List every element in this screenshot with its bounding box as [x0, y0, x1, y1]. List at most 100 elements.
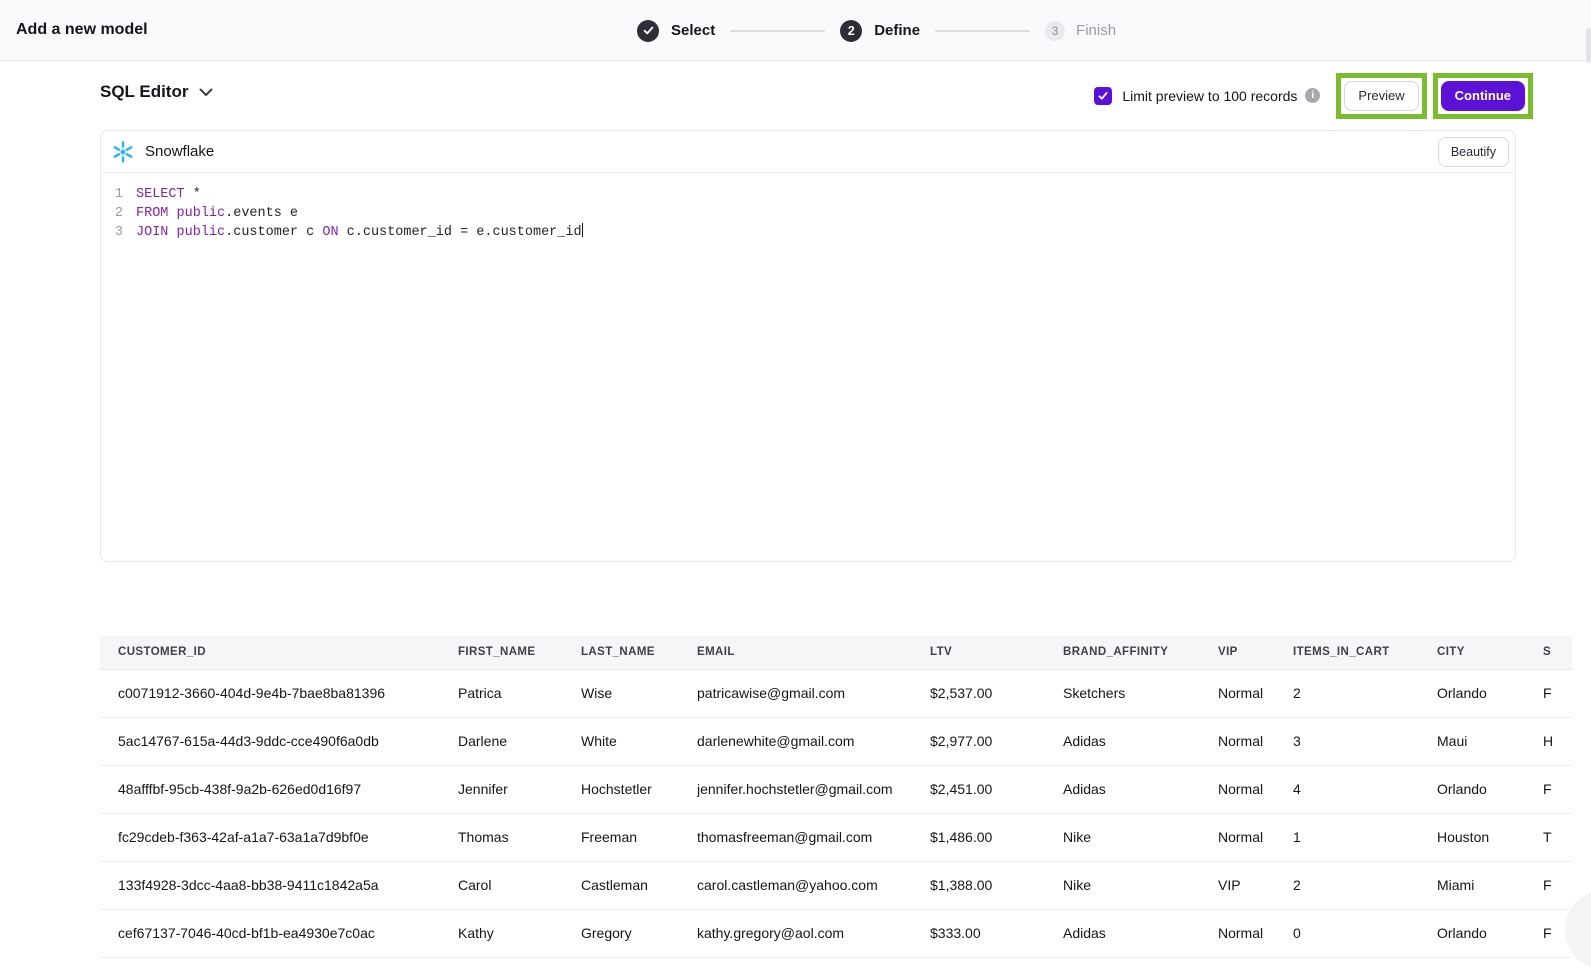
- cell-items_in_cart: 0: [1293, 909, 1437, 957]
- cell-first_name: Patrica: [458, 669, 581, 717]
- cell-ltv: $2,537.00: [930, 669, 1063, 717]
- column-header-vip: VIP: [1218, 636, 1293, 669]
- step-finish-label: Finish: [1076, 22, 1116, 39]
- code-line[interactable]: 3 JOIN public.customer c ON c.customer_id…: [101, 223, 1515, 242]
- column-header-items_in_cart: ITEMS_IN_CART: [1293, 636, 1437, 669]
- cell-brand_affinity: Adidas: [1063, 717, 1218, 765]
- sql-text: .events e: [225, 206, 298, 221]
- cell-city: Orlando: [1437, 909, 1543, 957]
- cell-city: Maui: [1437, 717, 1543, 765]
- cell-items_in_cart: 4: [1293, 765, 1437, 813]
- table-row: 133f4928-3dcc-4aa8-bb38-9411c1842a5aCaro…: [100, 861, 1572, 909]
- cell-brand_affinity: Sketchers: [1063, 669, 1218, 717]
- sql-text: [168, 225, 176, 240]
- cell-last_name: White: [581, 717, 697, 765]
- sql-text: [168, 206, 176, 221]
- code-editor[interactable]: 1SELECT *2FROM public.events e3JOIN publ…: [101, 173, 1515, 561]
- cell-items_in_cart: 2: [1293, 669, 1437, 717]
- cell-customer_id: c0071912-3660-404d-9e4b-7bae8ba81396: [100, 669, 458, 717]
- step-connector: [730, 30, 825, 32]
- cell-vip: Normal: [1218, 717, 1293, 765]
- sql-keyword: JOIN: [136, 225, 168, 240]
- code-line[interactable]: 2 FROM public.events e: [101, 204, 1515, 223]
- sql-editor-panel: Snowflake Beautify 1 SELECT * 2 FROM public…: [100, 130, 1516, 562]
- step-connector: [935, 30, 1030, 32]
- continue-button[interactable]: Continue: [1441, 81, 1525, 111]
- cell-city: Houston: [1437, 813, 1543, 861]
- cell-ltv: $2,451.00: [930, 765, 1063, 813]
- sql-keyword: public: [177, 225, 226, 240]
- cell-brand_affinity: Nike: [1063, 813, 1218, 861]
- column-header-brand_affinity: BRAND_AFFINITY: [1063, 636, 1218, 669]
- sql-keyword: ON: [322, 225, 338, 240]
- limit-preview-label: Limit preview to 100 records: [1122, 88, 1297, 104]
- beautify-button[interactable]: Beautify: [1438, 137, 1509, 167]
- cell-ltv: $2,977.00: [930, 717, 1063, 765]
- page-title: Add a new model: [16, 21, 148, 39]
- top-bar: Add a new model Select 2 Define 3 Finish: [0, 0, 1591, 61]
- cell-city: Miami: [1437, 861, 1543, 909]
- chevron-down-icon: [199, 88, 213, 97]
- cell-last_name: Castleman: [581, 861, 697, 909]
- snowflake-icon: [111, 140, 135, 164]
- editor-mode-label: SQL Editor: [100, 82, 188, 102]
- preview-highlight-box: Preview: [1336, 73, 1426, 119]
- cell-city: Orlando: [1437, 669, 1543, 717]
- line-number: 3: [109, 223, 123, 242]
- column-header-customer_id: CUSTOMER_ID: [100, 636, 458, 669]
- cell-customer_id: fc29cdeb-f363-42af-a1a7-63a1a7d9bf0e: [100, 813, 458, 861]
- cell-first_name: Carol: [458, 861, 581, 909]
- table-row: c0071912-3660-404d-9e4b-7bae8ba81396Patr…: [100, 669, 1572, 717]
- step-finish: 3 Finish: [1045, 21, 1116, 41]
- cell-customer_id: 48afffbf-95cb-438f-9a2b-626ed0d16f97: [100, 765, 458, 813]
- sql-text: *: [185, 187, 201, 202]
- column-header-ltv: LTV: [930, 636, 1063, 669]
- scrollbar-thumb[interactable]: [1586, 28, 1591, 63]
- column-header-last_name: LAST_NAME: [581, 636, 697, 669]
- line-number: 1: [109, 185, 123, 204]
- cell-first_name: Kathy: [458, 909, 581, 957]
- table-row: 5ac14767-615a-44d3-9ddc-cce490f6a0dbDarl…: [100, 717, 1572, 765]
- sql-keyword: FROM: [136, 206, 168, 221]
- cell-vip: VIP: [1218, 861, 1293, 909]
- cell-ltv: $1,388.00: [930, 861, 1063, 909]
- continue-highlight-box: Continue: [1433, 73, 1533, 119]
- code-text: FROM public.events e: [136, 204, 298, 223]
- cell-items_in_cart: 3: [1293, 717, 1437, 765]
- cell-email: kathy.gregory@aol.com: [697, 909, 930, 957]
- info-icon[interactable]: i: [1305, 88, 1320, 103]
- step-define-circle: 2: [840, 20, 862, 42]
- check-icon: [642, 24, 655, 37]
- sql-text: c.customer_id = e.customer_id: [339, 225, 582, 240]
- cell-ltv: $333.00: [930, 909, 1063, 957]
- cell-brand_affinity: Nike: [1063, 861, 1218, 909]
- line-number: 2: [109, 204, 123, 223]
- check-icon: [1097, 90, 1109, 102]
- editor-header: Snowflake Beautify: [101, 131, 1515, 173]
- limit-preview-checkbox[interactable]: [1094, 87, 1112, 105]
- cell-s: F: [1543, 669, 1572, 717]
- cell-last_name: Gregory: [581, 909, 697, 957]
- column-header-first_name: FIRST_NAME: [458, 636, 581, 669]
- cell-s: F: [1543, 765, 1572, 813]
- toolbar-right: Limit preview to 100 records i Preview C…: [1094, 72, 1533, 119]
- column-header-email: EMAIL: [697, 636, 930, 669]
- table-row: cef67137-7046-40cd-bf1b-ea4930e7c0acKath…: [100, 909, 1572, 957]
- code-line[interactable]: 1 SELECT *: [101, 185, 1515, 204]
- code-text: JOIN public.customer c ON c.customer_id …: [136, 223, 583, 242]
- cell-brand_affinity: Adidas: [1063, 909, 1218, 957]
- cell-vip: Normal: [1218, 909, 1293, 957]
- connector-name: Snowflake: [145, 143, 214, 160]
- table-header: CUSTOMER_IDFIRST_NAMELAST_NAMEEMAILLTVBR…: [100, 636, 1572, 669]
- cell-first_name: Jennifer: [458, 765, 581, 813]
- cell-email: darlenewhite@gmail.com: [697, 717, 930, 765]
- step-select-circle: [637, 20, 659, 42]
- preview-button[interactable]: Preview: [1344, 81, 1418, 111]
- step-finish-circle: 3: [1045, 21, 1065, 41]
- table-row: 48afffbf-95cb-438f-9a2b-626ed0d16f97Jenn…: [100, 765, 1572, 813]
- step-select-label: Select: [671, 22, 715, 39]
- cell-city: Orlando: [1437, 765, 1543, 813]
- cell-items_in_cart: 1: [1293, 813, 1437, 861]
- sql-keyword: SELECT: [136, 187, 185, 202]
- editor-mode-dropdown[interactable]: SQL Editor: [100, 78, 213, 106]
